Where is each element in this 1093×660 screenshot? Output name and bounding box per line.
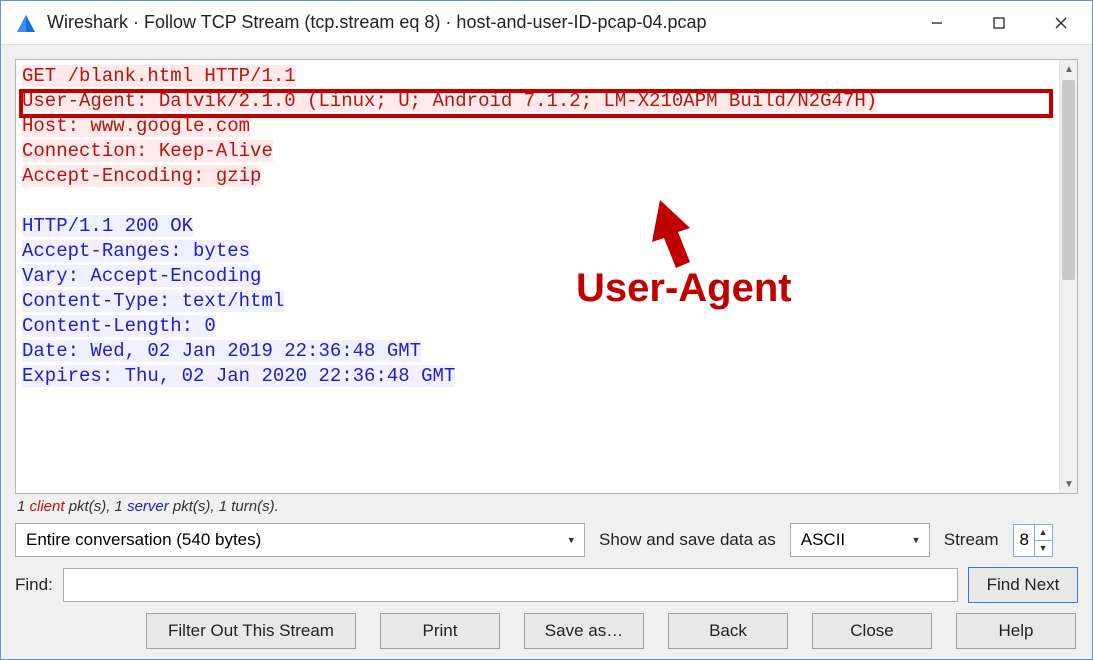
spinner-down-icon[interactable]: ▼ — [1035, 541, 1052, 556]
stream-number-value: 8 — [1020, 530, 1029, 550]
window-title: Wireshark · Follow TCP Stream (tcp.strea… — [47, 12, 906, 33]
stream-label: Stream — [944, 530, 999, 550]
request-line: Host: www.google.com — [22, 115, 250, 137]
info-mid: pkt(s), 1 — [65, 498, 128, 515]
help-button[interactable]: Help — [956, 613, 1076, 649]
print-button[interactable]: Print — [380, 613, 500, 649]
close-button[interactable] — [1030, 1, 1092, 44]
format-select[interactable]: ASCII ▾ — [790, 523, 930, 557]
maximize-button[interactable] — [968, 1, 1030, 44]
controls-row-1: Entire conversation (540 bytes) ▾ Show a… — [15, 523, 1078, 557]
minimize-button[interactable] — [906, 1, 968, 44]
request-line-user-agent: User-Agent: Dalvik/2.1.0 (Linux; U; Andr… — [22, 90, 877, 112]
window-frame: Wireshark · Follow TCP Stream (tcp.strea… — [0, 0, 1093, 660]
wireshark-icon — [15, 12, 37, 34]
find-row: Find: Find Next — [15, 567, 1078, 603]
conversation-select-value: Entire conversation (540 bytes) — [26, 530, 261, 550]
filter-out-stream-button[interactable]: Filter Out This Stream — [146, 613, 356, 649]
response-line: Accept-Ranges: bytes — [22, 240, 250, 262]
response-line: Vary: Accept-Encoding — [22, 265, 261, 287]
stream-content-box: GET /blank.html HTTP/1.1 User-Agent: Dal… — [15, 59, 1078, 494]
info-suffix: pkt(s), 1 turn(s). — [169, 498, 279, 515]
info-client-word: client — [30, 498, 65, 515]
scroll-up-icon[interactable]: ▲ — [1060, 60, 1078, 78]
response-line: Date: Wed, 02 Jan 2019 22:36:48 GMT — [22, 340, 421, 362]
chevron-down-icon: ▾ — [913, 534, 919, 547]
save-as-button[interactable]: Save as… — [524, 613, 644, 649]
response-line: Content-Type: text/html — [22, 290, 284, 312]
spinner-buttons: ▲ ▼ — [1034, 525, 1052, 556]
find-input[interactable] — [63, 568, 958, 602]
stream-text[interactable]: GET /blank.html HTTP/1.1 User-Agent: Dal… — [16, 60, 1059, 493]
vertical-scrollbar[interactable]: ▲ ▼ — [1059, 60, 1077, 493]
button-row: Filter Out This Stream Print Save as… Ba… — [15, 613, 1078, 649]
scroll-thumb[interactable] — [1062, 80, 1075, 280]
back-button[interactable]: Back — [668, 613, 788, 649]
find-label: Find: — [15, 575, 53, 595]
find-next-button[interactable]: Find Next — [968, 567, 1078, 603]
stream-number-input[interactable]: 8 ▲ ▼ — [1013, 524, 1053, 557]
info-prefix: 1 — [17, 498, 30, 515]
info-server-word: server — [127, 498, 169, 515]
close-dialog-button[interactable]: Close — [812, 613, 932, 649]
scroll-down-icon[interactable]: ▼ — [1060, 475, 1078, 493]
spinner-up-icon[interactable]: ▲ — [1035, 525, 1052, 541]
show-save-label: Show and save data as — [599, 530, 776, 550]
packet-info-line: 1 client pkt(s), 1 server pkt(s), 1 turn… — [15, 494, 1078, 523]
chevron-down-icon: ▾ — [568, 534, 574, 547]
format-select-value: ASCII — [801, 530, 845, 550]
response-line: Content-Length: 0 — [22, 315, 216, 337]
request-line: Accept-Encoding: gzip — [22, 165, 261, 187]
response-line: Expires: Thu, 02 Jan 2020 22:36:48 GMT — [22, 365, 455, 387]
request-line: GET /blank.html HTTP/1.1 — [22, 65, 296, 87]
request-line: Connection: Keep-Alive — [22, 140, 273, 162]
client-area: GET /blank.html HTTP/1.1 User-Agent: Dal… — [1, 45, 1092, 659]
response-line: HTTP/1.1 200 OK — [22, 215, 193, 237]
window-controls — [906, 1, 1092, 44]
titlebar: Wireshark · Follow TCP Stream (tcp.strea… — [1, 1, 1092, 45]
conversation-select[interactable]: Entire conversation (540 bytes) ▾ — [15, 523, 585, 557]
